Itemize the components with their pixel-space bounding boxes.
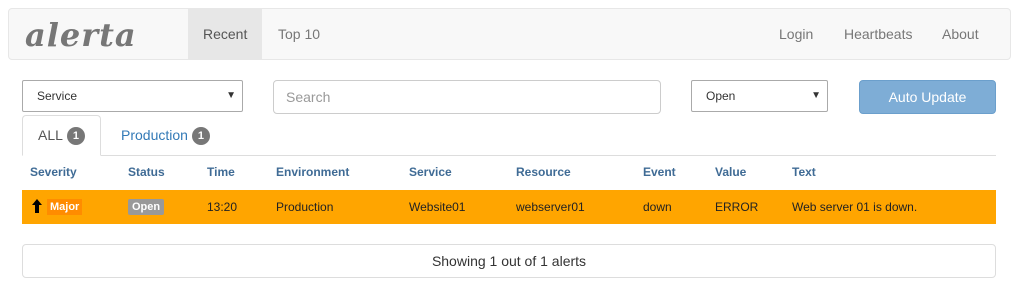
nav-item-about[interactable]: About xyxy=(927,9,994,59)
alert-value: ERROR xyxy=(715,200,759,214)
alert-text: Web server 01 is down. xyxy=(792,200,918,214)
tab-all[interactable]: ALL 1 xyxy=(22,115,101,156)
severity-badge: Major xyxy=(47,199,83,215)
nav-item-top10[interactable]: Top 10 xyxy=(263,9,335,59)
nav-item-recent[interactable]: Recent xyxy=(188,9,263,59)
caret-down-icon: ▼ xyxy=(811,90,821,101)
arrow-up-icon xyxy=(32,199,42,213)
tab-all-label: ALL xyxy=(38,127,63,143)
column-header-event[interactable]: Event xyxy=(643,165,676,179)
status-badge: Open xyxy=(128,199,165,215)
column-header-text[interactable]: Text xyxy=(792,165,816,179)
caret-down-icon: ▼ xyxy=(226,90,236,101)
tab-production-label: Production xyxy=(121,127,188,143)
column-header-severity[interactable]: Severity xyxy=(30,165,77,179)
group-by-select[interactable]: Service ▼ xyxy=(22,80,243,112)
nav-item-login[interactable]: Login xyxy=(764,9,828,59)
alerts-summary: Showing 1 out of 1 alerts xyxy=(22,244,996,278)
tab-production[interactable]: Production 1 xyxy=(106,115,225,156)
alert-environment: Production xyxy=(276,200,334,214)
alert-service: Website01 xyxy=(409,200,466,214)
column-header-resource[interactable]: Resource xyxy=(516,165,571,179)
alert-resource: webserver01 xyxy=(516,200,585,214)
tab-production-count-badge: 1 xyxy=(191,127,210,146)
auto-update-button[interactable]: Auto Update xyxy=(859,80,996,114)
search-input[interactable]: Search xyxy=(273,80,661,114)
nav-item-heartbeats[interactable]: Heartbeats xyxy=(829,9,927,59)
column-header-value[interactable]: Value xyxy=(715,165,746,179)
alert-time: 13:20 xyxy=(207,200,238,214)
group-by-select-value: Service xyxy=(37,89,78,103)
alert-event: down xyxy=(643,200,672,214)
status-filter-select[interactable]: Open ▼ xyxy=(691,80,828,112)
search-placeholder: Search xyxy=(286,89,331,105)
column-header-environment[interactable]: Environment xyxy=(276,165,349,179)
column-header-time[interactable]: Time xyxy=(207,165,235,179)
tab-all-count-badge: 1 xyxy=(66,127,85,146)
alert-row[interactable]: Major Open 13:20 Production Website01 we… xyxy=(22,190,996,224)
column-header-status[interactable]: Status xyxy=(128,165,165,179)
column-header-service[interactable]: Service xyxy=(409,165,452,179)
brand-logo[interactable]: alerta xyxy=(25,15,137,55)
status-filter-value: Open xyxy=(706,89,736,103)
top-navbar: alerta Recent Top 10 Login Heartbeats Ab… xyxy=(8,8,1011,60)
